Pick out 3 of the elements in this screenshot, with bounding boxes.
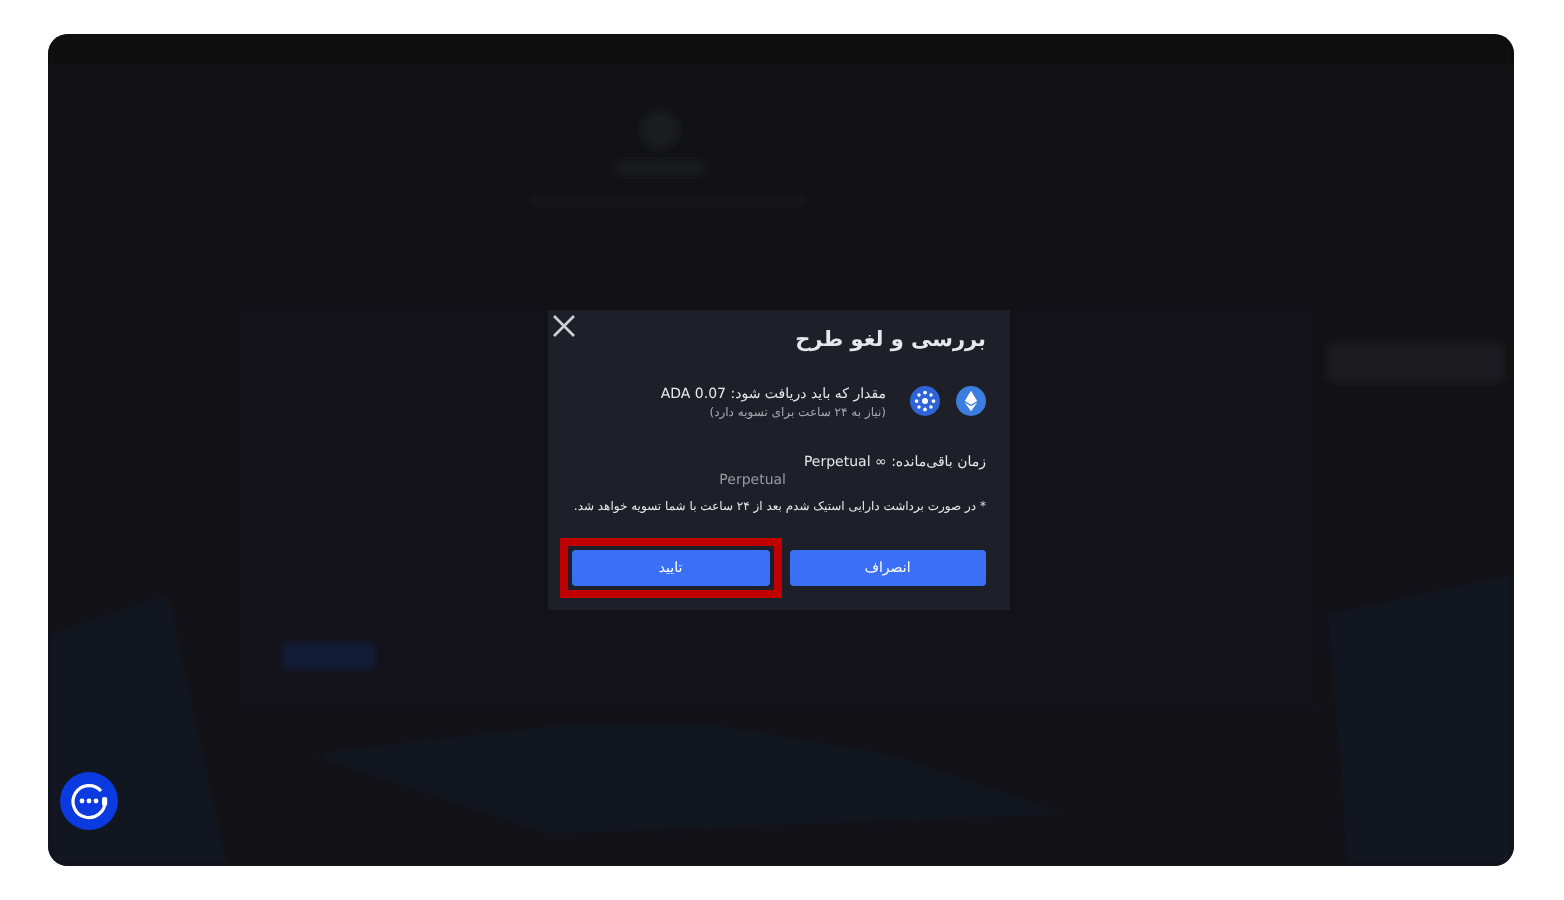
close-button[interactable] [552, 314, 576, 338]
dialog-title: بررسی و لغو طرح [793, 326, 986, 356]
dots-ring-icon [910, 385, 940, 416]
